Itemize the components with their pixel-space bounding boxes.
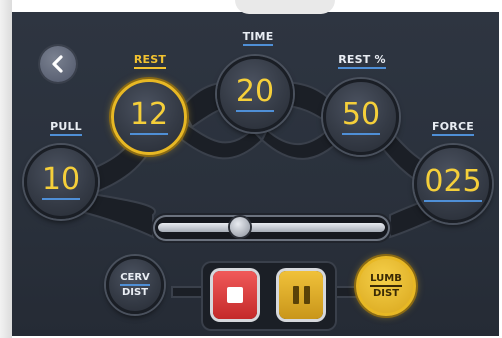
pause-button[interactable] [279, 271, 323, 319]
stop-icon [227, 287, 243, 303]
back-button[interactable] [40, 46, 76, 82]
time-label: TIME [238, 30, 278, 46]
chevron-left-icon [52, 55, 63, 73]
pull-value: 10 [41, 164, 81, 200]
pause-icon [292, 286, 310, 304]
rest-percent-dial[interactable]: 50 [323, 79, 399, 155]
position-slider[interactable] [153, 215, 390, 241]
force-dial[interactable]: 025 [414, 145, 492, 223]
force-value: 025 [424, 166, 482, 202]
force-label: FORCE [427, 120, 479, 136]
rest-percent-label: REST % [334, 53, 390, 69]
cerv-dist-label: CERV DIST [120, 271, 150, 298]
rest-label: REST [130, 53, 170, 69]
therapy-screen: PULL REST TIME REST % FORCE 10 12 20 50 … [12, 12, 499, 336]
lumb-dist-button[interactable]: LUMB DIST [356, 256, 416, 316]
bezel-edge [0, 0, 12, 338]
rest-value: 12 [129, 99, 169, 135]
lumb-dist-label: LUMB DIST [370, 272, 402, 299]
time-value: 20 [235, 76, 275, 112]
time-dial[interactable]: 20 [217, 56, 293, 132]
stop-button[interactable] [213, 271, 257, 319]
cerv-dist-button[interactable]: CERV DIST [106, 256, 164, 314]
slider-track-fill [158, 223, 385, 232]
pull-dial[interactable]: 10 [24, 145, 98, 219]
slider-handle[interactable] [230, 217, 251, 237]
rest-dial[interactable]: 12 [111, 79, 187, 155]
top-bezel-tab [235, 0, 335, 14]
rest-percent-value: 50 [341, 99, 381, 135]
pull-label: PULL [46, 120, 86, 136]
